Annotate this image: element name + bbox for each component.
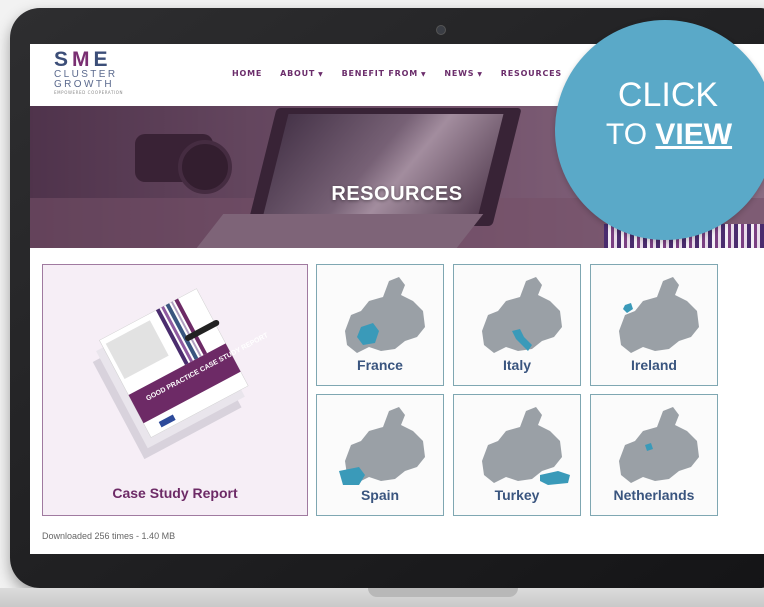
cta-line1: CLICK (617, 76, 719, 114)
logo-letter-e: E (93, 48, 112, 71)
cta-line2-emph: VIEW (655, 118, 733, 151)
map-label-france: France (357, 357, 403, 373)
map-card-turkey[interactable]: Turkey (453, 394, 581, 516)
report-cover-image: GOOD PRACTICE CASE STUDY REPORT (92, 288, 270, 460)
europe-map-icon-italy (482, 277, 562, 353)
nav-benefit-from-label: BENEFIT FROM (341, 69, 418, 78)
click-to-view-button[interactable]: CLICK TO VIEW (555, 20, 764, 240)
map-label-spain: Spain (360, 487, 400, 503)
map-card-france[interactable]: France (316, 264, 444, 386)
logo-letter-s: S (54, 48, 73, 71)
chevron-down-icon: ▼ (318, 71, 324, 78)
nav-resources-label: RESOURCES (500, 69, 562, 78)
main-nav: HOME ABOUT ▼ BENEFIT FROM ▼ NEWS ▼ RESOURCE… (232, 69, 562, 78)
nav-resources[interactable]: RESOURCES (501, 69, 562, 78)
map-card-italy[interactable]: Italy (453, 264, 581, 386)
laptop-base-notch (368, 588, 518, 597)
map-label-netherlands: Netherlands (613, 487, 695, 503)
logo-growth: GROWTH (54, 79, 114, 90)
chevron-down-icon: ▼ (477, 71, 483, 78)
case-study-report-card[interactable]: GOOD PRACTICE CASE STUDY REPORT Case Stu… (42, 264, 308, 516)
webcam-icon (436, 25, 446, 35)
europe-map-icon-spain (339, 407, 425, 485)
cta-line2-prefix: TO (605, 118, 648, 151)
map-card-spain[interactable]: Spain (316, 394, 444, 516)
logo-letter-m: M (72, 48, 94, 71)
nav-about[interactable]: ABOUT ▼ (280, 69, 323, 78)
nav-news[interactable]: NEWS ▼ (444, 69, 482, 78)
download-info: Downloaded 256 times - 1.40 MB (42, 531, 176, 541)
cta-line2: TO VIEW (579, 116, 759, 154)
site-logo[interactable]: SME CLUSTER GROWTH EMPOWERED COOPERATION (54, 48, 154, 100)
nav-news-label: NEWS (444, 69, 475, 78)
map-card-ireland[interactable]: Ireland (590, 264, 718, 386)
nav-benefit-from[interactable]: BENEFIT FROM ▼ (342, 69, 427, 78)
europe-map-icon-france (345, 277, 425, 353)
chevron-down-icon: ▼ (421, 71, 427, 78)
nav-about-label: ABOUT (280, 69, 316, 78)
europe-map-icon-turkey (482, 407, 570, 485)
case-study-report-label: Case Study Report (112, 485, 238, 501)
europe-map-icon-ireland (619, 277, 699, 353)
map-label-turkey: Turkey (494, 487, 540, 503)
nav-home-label: HOME (232, 69, 263, 78)
logo-tagline: EMPOWERED COOPERATION (54, 90, 124, 95)
map-label-italy: Italy (502, 357, 531, 373)
map-label-ireland: Ireland (631, 357, 677, 373)
map-card-netherlands[interactable]: Netherlands (590, 394, 718, 516)
nav-home[interactable]: HOME (232, 69, 262, 78)
europe-map-icon-netherlands (619, 407, 699, 483)
